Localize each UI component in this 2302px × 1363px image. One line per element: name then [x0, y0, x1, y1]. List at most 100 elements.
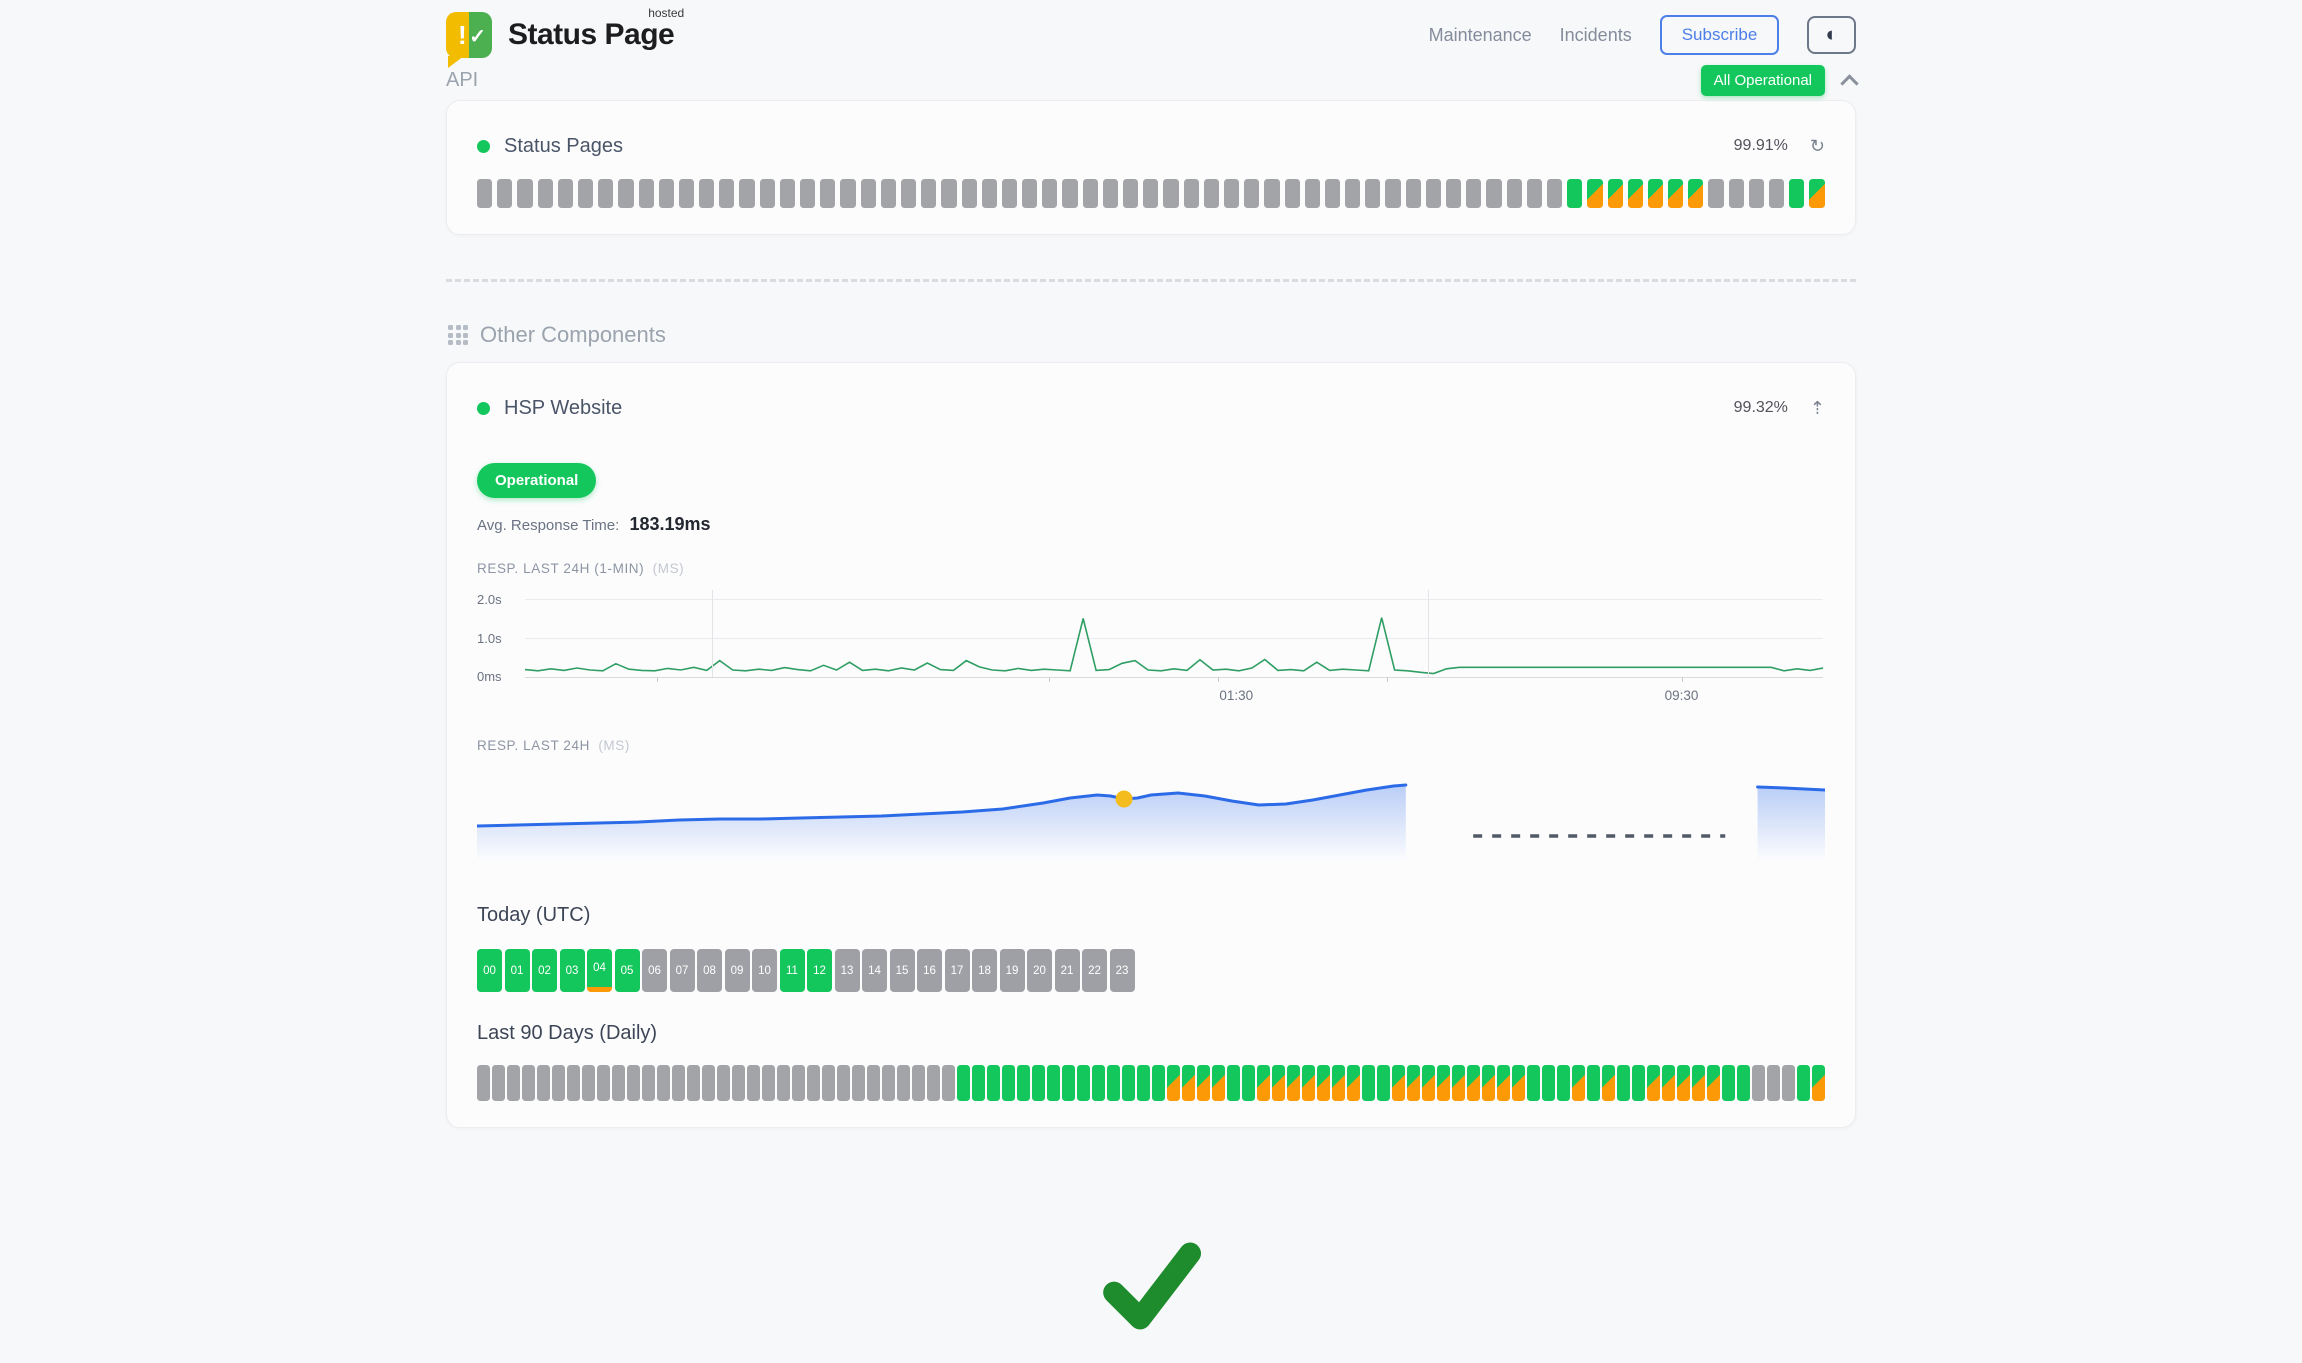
- hour-block-05[interactable]: 05: [615, 949, 640, 992]
- uptime-bar-degraded[interactable]: [1809, 179, 1824, 208]
- uptime-bar-nodata[interactable]: [1466, 179, 1481, 208]
- uptime-bar-degraded[interactable]: [1437, 1065, 1450, 1101]
- uptime-bar-nodata[interactable]: [1062, 179, 1077, 208]
- uptime-bar-nodata[interactable]: [1729, 179, 1744, 208]
- hour-block-15[interactable]: 15: [890, 949, 915, 992]
- uptime-bar-operational[interactable]: [1092, 1065, 1105, 1101]
- uptime-bar-nodata[interactable]: [982, 179, 997, 208]
- uptime-bar-degraded[interactable]: [1212, 1065, 1225, 1101]
- uptime-bar-degraded[interactable]: [1407, 1065, 1420, 1101]
- uptime-bar-degraded[interactable]: [1707, 1065, 1720, 1101]
- collapse-up-icon[interactable]: ⇡: [1810, 398, 1825, 419]
- uptime-bar-nodata[interactable]: [867, 1065, 880, 1101]
- uptime-bar-nodata[interactable]: [578, 179, 593, 208]
- uptime-bar-nodata[interactable]: [679, 179, 694, 208]
- uptime-bar-operational[interactable]: [1527, 1065, 1540, 1101]
- uptime-bar-nodata[interactable]: [497, 179, 512, 208]
- uptime-bar-operational[interactable]: [1797, 1065, 1810, 1101]
- uptime-bar-nodata[interactable]: [1224, 179, 1239, 208]
- uptime-bar-nodata[interactable]: [777, 1065, 790, 1101]
- uptime-bar-nodata[interactable]: [1022, 179, 1037, 208]
- uptime-bar-nodata[interactable]: [822, 1065, 835, 1101]
- uptime-bar-operational[interactable]: [1632, 1065, 1645, 1101]
- uptime-bar-nodata[interactable]: [1244, 179, 1259, 208]
- uptime-bar-nodata[interactable]: [1547, 179, 1562, 208]
- uptime-bar-nodata[interactable]: [852, 1065, 865, 1101]
- uptime-bar-nodata[interactable]: [1426, 179, 1441, 208]
- hour-block-14[interactable]: 14: [862, 949, 887, 992]
- uptime-bar-nodata[interactable]: [659, 179, 674, 208]
- uptime-bar-degraded[interactable]: [1182, 1065, 1195, 1101]
- hour-block-04[interactable]: 04: [587, 949, 612, 992]
- uptime-bar-nodata[interactable]: [840, 179, 855, 208]
- uptime-bar-nodata[interactable]: [1123, 179, 1138, 208]
- uptime-bar-degraded[interactable]: [1587, 179, 1602, 208]
- subscribe-button[interactable]: Subscribe: [1660, 15, 1780, 55]
- uptime-bar-nodata[interactable]: [962, 179, 977, 208]
- uptime-bar-nodata[interactable]: [1385, 179, 1400, 208]
- uptime-bar-operational[interactable]: [1722, 1065, 1735, 1101]
- uptime-bar-nodata[interactable]: [642, 1065, 655, 1101]
- uptime-bar-nodata[interactable]: [1406, 179, 1421, 208]
- uptime-bar-degraded[interactable]: [1332, 1065, 1345, 1101]
- uptime-bar-nodata[interactable]: [1345, 179, 1360, 208]
- hour-block-21[interactable]: 21: [1055, 949, 1080, 992]
- uptime-bar-operational[interactable]: [1617, 1065, 1630, 1101]
- hour-block-12[interactable]: 12: [807, 949, 832, 992]
- hour-block-10[interactable]: 10: [752, 949, 777, 992]
- uptime-bar-operational[interactable]: [987, 1065, 1000, 1101]
- uptime-bar-degraded[interactable]: [1512, 1065, 1525, 1101]
- uptime-bar-nodata[interactable]: [1163, 179, 1178, 208]
- uptime-bar-nodata[interactable]: [477, 1065, 490, 1101]
- uptime-bar-nodata[interactable]: [1708, 179, 1723, 208]
- uptime-bar-nodata[interactable]: [687, 1065, 700, 1101]
- chevron-up-icon[interactable]: [1840, 74, 1858, 92]
- uptime-bar-degraded[interactable]: [1422, 1065, 1435, 1101]
- uptime-bar-nodata[interactable]: [1749, 179, 1764, 208]
- uptime-bar-nodata[interactable]: [882, 1065, 895, 1101]
- hour-block-02[interactable]: 02: [532, 949, 557, 992]
- hour-block-20[interactable]: 20: [1027, 949, 1052, 992]
- uptime-bar-nodata[interactable]: [1752, 1065, 1765, 1101]
- uptime-bar-nodata[interactable]: [1285, 179, 1300, 208]
- uptime-bar-nodata[interactable]: [1769, 179, 1784, 208]
- uptime-bar-operational[interactable]: [1362, 1065, 1375, 1101]
- hour-block-23[interactable]: 23: [1110, 949, 1135, 992]
- uptime-bar-nodata[interactable]: [747, 1065, 760, 1101]
- nav-incidents[interactable]: Incidents: [1560, 25, 1632, 46]
- uptime-bar-nodata[interactable]: [492, 1065, 505, 1101]
- uptime-bar-nodata[interactable]: [1305, 179, 1320, 208]
- uptime-bar-operational[interactable]: [1017, 1065, 1030, 1101]
- hour-block-09[interactable]: 09: [725, 949, 750, 992]
- uptime-bar-nodata[interactable]: [897, 1065, 910, 1101]
- uptime-bar-nodata[interactable]: [717, 1065, 730, 1101]
- uptime-bar-operational[interactable]: [972, 1065, 985, 1101]
- hour-block-18[interactable]: 18: [972, 949, 997, 992]
- uptime-bar-nodata[interactable]: [537, 1065, 550, 1101]
- uptime-bar-nodata[interactable]: [612, 1065, 625, 1101]
- uptime-bar-degraded[interactable]: [1272, 1065, 1285, 1101]
- uptime-bar-degraded[interactable]: [1602, 1065, 1615, 1101]
- uptime-bar-nodata[interactable]: [780, 179, 795, 208]
- uptime-bar-nodata[interactable]: [522, 1065, 535, 1101]
- uptime-bar-nodata[interactable]: [941, 179, 956, 208]
- uptime-bar-degraded[interactable]: [1167, 1065, 1180, 1101]
- uptime-bar-nodata[interactable]: [1486, 179, 1501, 208]
- nav-maintenance[interactable]: Maintenance: [1429, 25, 1532, 46]
- uptime-bar-nodata[interactable]: [820, 179, 835, 208]
- uptime-bar-degraded[interactable]: [1692, 1065, 1705, 1101]
- uptime-bar-operational[interactable]: [1152, 1065, 1165, 1101]
- hour-block-17[interactable]: 17: [945, 949, 970, 992]
- uptime-bar-nodata[interactable]: [1782, 1065, 1795, 1101]
- uptime-bar-degraded[interactable]: [1572, 1065, 1585, 1101]
- uptime-bar-operational[interactable]: [1077, 1065, 1090, 1101]
- uptime-bar-operational[interactable]: [1242, 1065, 1255, 1101]
- uptime-bar-operational[interactable]: [1227, 1065, 1240, 1101]
- uptime-bar-nodata[interactable]: [807, 1065, 820, 1101]
- uptime-bar-degraded[interactable]: [1677, 1065, 1690, 1101]
- uptime-bar-nodata[interactable]: [552, 1065, 565, 1101]
- uptime-bar-nodata[interactable]: [1143, 179, 1158, 208]
- uptime-bar-nodata[interactable]: [942, 1065, 955, 1101]
- uptime-bar-operational[interactable]: [1377, 1065, 1390, 1101]
- hour-block-03[interactable]: 03: [560, 949, 585, 992]
